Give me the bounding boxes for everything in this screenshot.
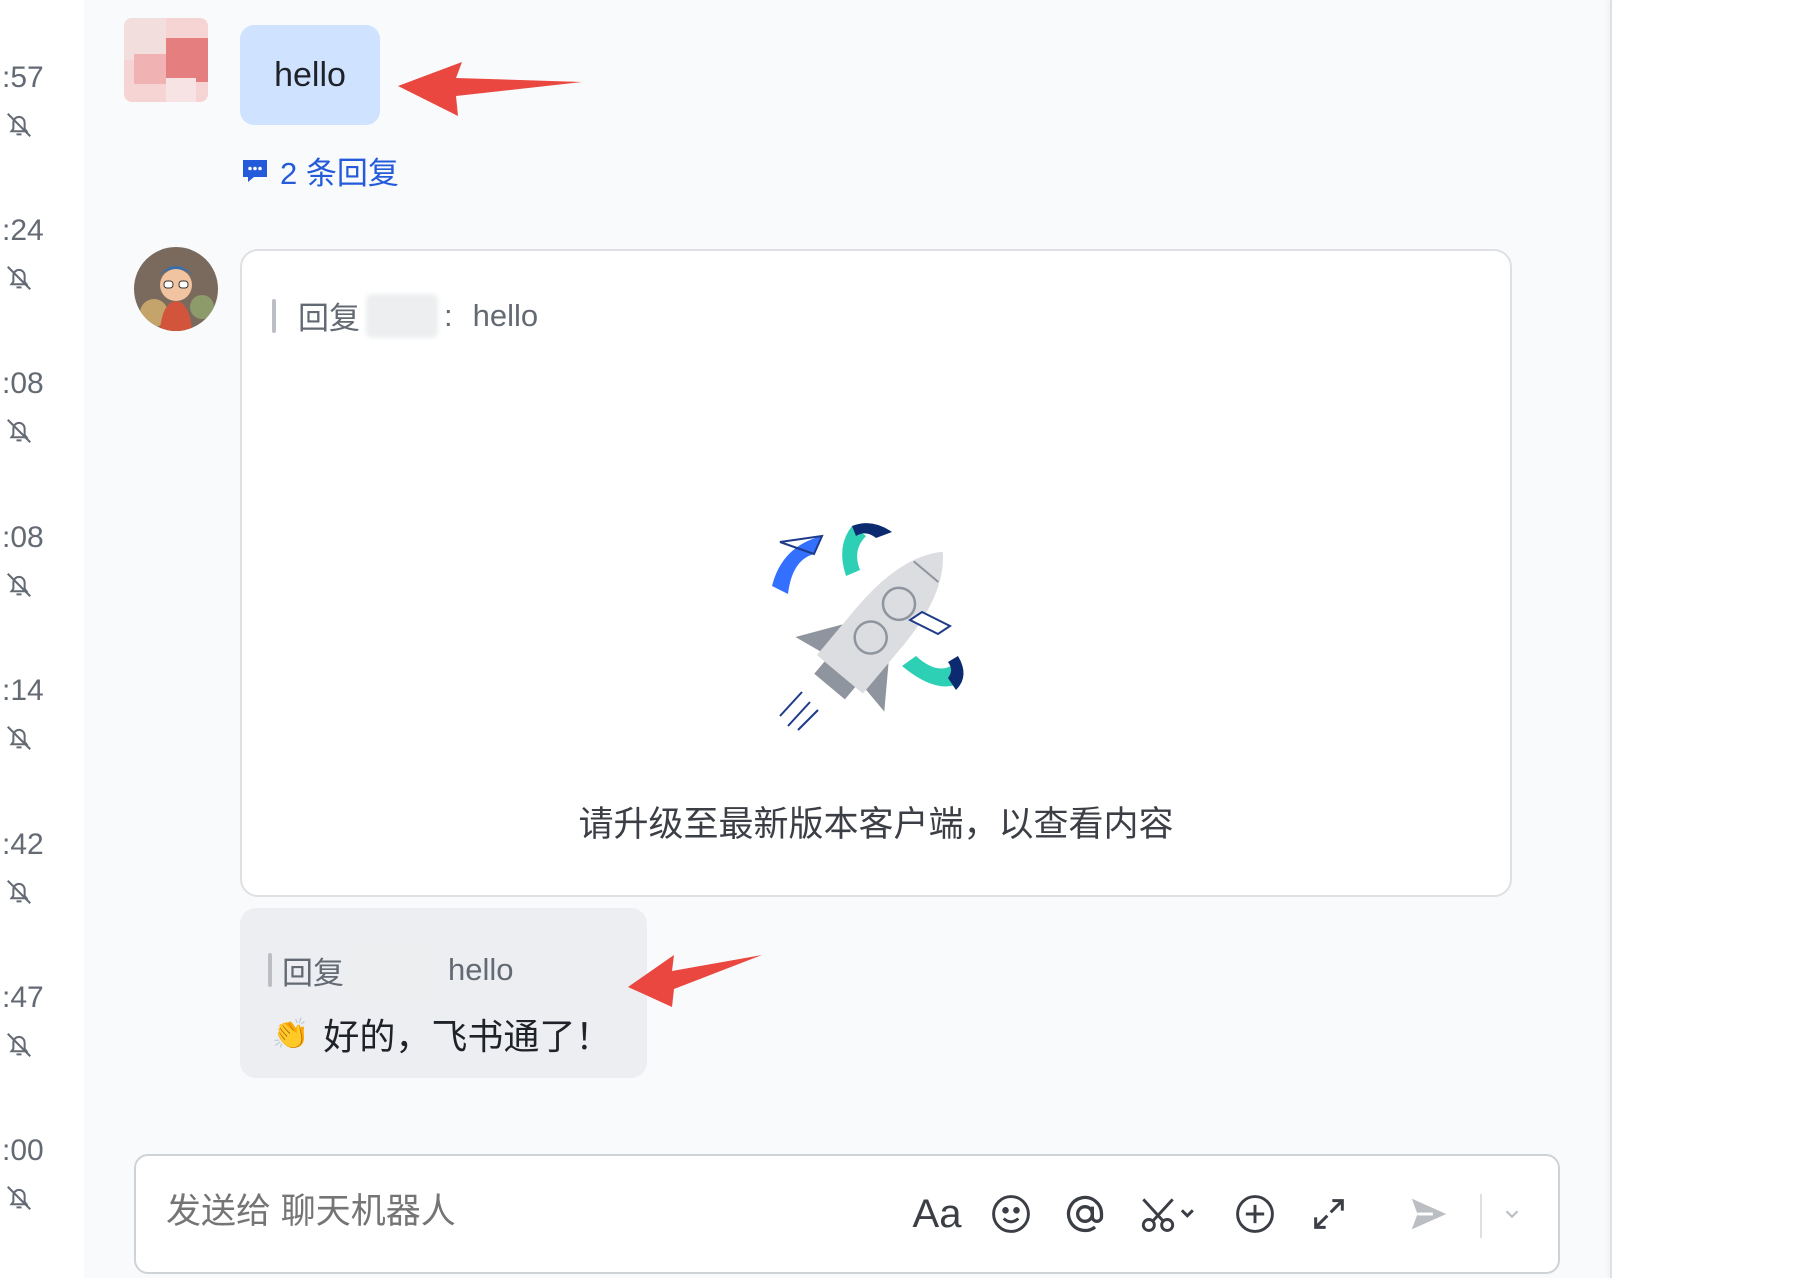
message-time: :08 bbox=[2, 367, 44, 400]
bell-off-icon bbox=[7, 1033, 31, 1057]
annotation-arrow bbox=[628, 955, 762, 1007]
message-time: :08 bbox=[2, 521, 44, 554]
bell-off-icon bbox=[7, 726, 31, 750]
clap-emoji-icon: 👏 bbox=[272, 1017, 310, 1051]
bell-off-icon bbox=[7, 419, 31, 443]
blurred-username bbox=[366, 293, 438, 338]
message-text: 好的，飞书通了！ bbox=[323, 1016, 612, 1057]
upgrade-tip: 请升级至最新版本客户端，以查看内容 bbox=[578, 805, 1174, 844]
side-panel-edge bbox=[1610, 0, 1803, 1278]
time-item: :47 bbox=[0, 980, 84, 1060]
message-time: :24 bbox=[2, 214, 44, 247]
blurred-username bbox=[350, 942, 434, 998]
time-item: :08 bbox=[0, 366, 84, 446]
thread-icon bbox=[243, 159, 267, 182]
message-input[interactable] bbox=[166, 1192, 866, 1232]
time-item: :24 bbox=[0, 213, 84, 293]
interactive-card-message[interactable]: 回复 : hello 请升级至最新版本客户端，以查看内容 bbox=[240, 249, 1512, 897]
bot-avatar[interactable] bbox=[134, 247, 218, 331]
text-format-label: Aa bbox=[912, 1191, 962, 1236]
time-item: :08 bbox=[0, 520, 84, 600]
scissors-icon bbox=[1141, 1198, 1194, 1232]
smile-icon bbox=[992, 1195, 1030, 1233]
emoji-button[interactable] bbox=[986, 1186, 1036, 1242]
bell-off-icon bbox=[7, 573, 31, 597]
add-button[interactable] bbox=[1230, 1186, 1280, 1242]
bell-off-icon bbox=[7, 266, 31, 290]
quote-prefix: 回复 bbox=[298, 301, 360, 336]
message-time: :47 bbox=[2, 981, 44, 1014]
quote-separator: : bbox=[444, 297, 453, 333]
screenshot-button[interactable] bbox=[1134, 1186, 1204, 1242]
bell-off-icon bbox=[7, 1186, 31, 1210]
quote-reference[interactable]: 回复 hello bbox=[268, 942, 514, 998]
send-button[interactable] bbox=[1404, 1186, 1454, 1242]
message-bubble-hello[interactable]: hello bbox=[240, 25, 380, 125]
message-time-column: :57 :24 :08 :08 :14 :42 :47 :00 bbox=[0, 0, 84, 1278]
quote-text: hello bbox=[448, 952, 514, 987]
time-item: :14 bbox=[0, 673, 84, 753]
divider bbox=[1480, 1194, 1482, 1238]
thread-replies-link[interactable]: 2 条回复 bbox=[240, 148, 399, 193]
rocket-illustration-icon bbox=[772, 523, 964, 731]
reply-count-label: 2 条回复 bbox=[280, 156, 399, 191]
send-options-button[interactable] bbox=[1492, 1186, 1532, 1242]
bell-off-icon bbox=[7, 880, 31, 904]
message-time: :57 bbox=[2, 61, 44, 94]
bell-off-icon bbox=[7, 113, 31, 137]
send-icon bbox=[1411, 1198, 1447, 1230]
at-icon bbox=[1066, 1195, 1104, 1233]
message-time: :14 bbox=[2, 674, 44, 707]
reply-content: 👏 好的，飞书通了！ bbox=[272, 1008, 611, 1060]
format-button[interactable]: Aa bbox=[912, 1186, 962, 1242]
message-bubble-reply[interactable]: 回复 hello 👏 好的，飞书通了！ bbox=[240, 908, 647, 1078]
message-time: :00 bbox=[2, 1134, 44, 1167]
message-time: :42 bbox=[2, 828, 44, 861]
user-avatar[interactable] bbox=[124, 18, 208, 102]
quote-text: hello bbox=[472, 297, 539, 333]
message-text: hello bbox=[274, 55, 346, 94]
time-item: :00 bbox=[0, 1133, 84, 1213]
annotation-arrow bbox=[398, 62, 582, 116]
chevron-down-icon bbox=[1505, 1210, 1519, 1219]
message-composer[interactable]: Aa bbox=[134, 1154, 1560, 1274]
expand-icon bbox=[1314, 1199, 1344, 1229]
mention-button[interactable] bbox=[1060, 1186, 1110, 1242]
quote-prefix: 回复 bbox=[282, 955, 344, 991]
quote-bar bbox=[272, 298, 276, 333]
time-item: :57 bbox=[0, 60, 84, 140]
quote-reference[interactable]: 回复 : hello bbox=[272, 293, 538, 338]
expand-button[interactable] bbox=[1304, 1186, 1354, 1242]
plus-circle-icon bbox=[1236, 1195, 1274, 1233]
time-item: :42 bbox=[0, 827, 84, 907]
quote-bar bbox=[268, 953, 272, 987]
